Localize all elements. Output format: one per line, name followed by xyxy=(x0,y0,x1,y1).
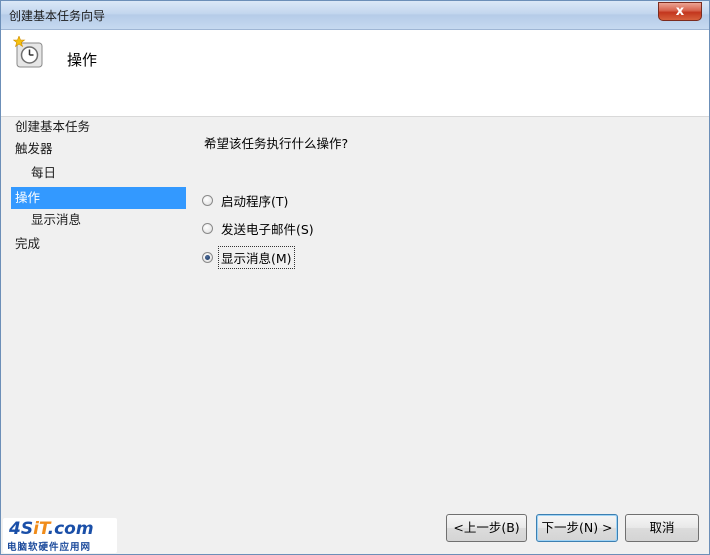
back-button[interactable]: <上一步(B) xyxy=(446,514,527,542)
watermark-subtitle: 电脑软硬件应用网 xyxy=(7,542,92,553)
send-email-radio[interactable] xyxy=(202,222,213,234)
display-message-label[interactable]: 显示消息(M) xyxy=(218,245,295,269)
start-program-radio[interactable] xyxy=(202,194,213,206)
watermark-logo-part-b: iT xyxy=(33,519,48,539)
wizard-steps-nav: 创建基本任务 触发器 每日 操作 显示消息 完成 xyxy=(1,116,193,506)
step-finish[interactable]: 完成 xyxy=(11,233,186,255)
action-prompt: 希望该任务执行什么操作? xyxy=(204,136,349,151)
watermark-logo-part-c: .com xyxy=(47,519,94,539)
step-action[interactable]: 操作 xyxy=(11,187,186,209)
wizard-window: 创建基本任务向导 x 操作 创建基本任务 触发器 每日 操作 显示消息 完成 希… xyxy=(0,0,710,555)
option-display-message[interactable]: 显示消息(M) xyxy=(202,245,295,269)
option-send-email[interactable]: 发送电子邮件(S) xyxy=(202,217,316,239)
wizard-header: 操作 xyxy=(1,30,709,117)
step-display-message[interactable]: 显示消息 xyxy=(27,209,186,231)
wizard-content: 希望该任务执行什么操作? 启动程序(T) 发送电子邮件(S) 显示消息(M) xyxy=(194,116,709,506)
display-message-radio[interactable] xyxy=(202,251,213,263)
start-program-label[interactable]: 启动程序(T) xyxy=(219,190,290,211)
next-button[interactable]: 下一步(N) > xyxy=(536,514,618,542)
send-email-label[interactable]: 发送电子邮件(S) xyxy=(219,218,316,239)
step-create-basic-task[interactable]: 创建基本任务 xyxy=(11,116,186,138)
watermark-logo: 4SiT.com xyxy=(9,519,94,539)
step-daily[interactable]: 每日 xyxy=(27,162,186,184)
watermark-logo-part-a: 4S xyxy=(9,519,34,539)
close-button[interactable]: x xyxy=(658,2,702,21)
cancel-button[interactable]: 取消 xyxy=(625,514,699,542)
page-title: 操作 xyxy=(67,51,98,69)
window-title: 创建基本任务向导 xyxy=(9,9,106,23)
step-trigger[interactable]: 触发器 xyxy=(11,138,186,160)
close-icon: x xyxy=(675,4,685,19)
title-bar[interactable]: 创建基本任务向导 x xyxy=(1,1,709,30)
task-clock-icon xyxy=(13,36,43,68)
option-start-program[interactable]: 启动程序(T) xyxy=(202,189,290,211)
site-watermark: 4SiT.com 电脑软硬件应用网 xyxy=(3,518,117,553)
